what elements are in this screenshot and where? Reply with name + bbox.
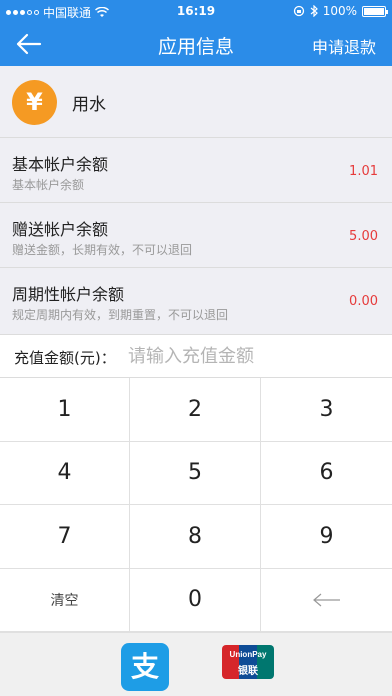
- account-row-gift: 赠送帐户余额 赠送金额，长期有效，不可以退回 5.00: [0, 203, 392, 268]
- key-7[interactable]: 7: [0, 505, 130, 569]
- refund-button[interactable]: 申请退款: [312, 34, 376, 58]
- key-4[interactable]: 4: [0, 441, 130, 505]
- alipay-icon[interactable]: 支: [121, 643, 169, 691]
- backspace-arrow-icon: [312, 593, 340, 607]
- account-amount: 0.00: [349, 294, 378, 309]
- key-1[interactable]: 1: [0, 378, 130, 442]
- recharge-amount-input[interactable]: [128, 342, 378, 370]
- account-amount: 1.01: [349, 164, 378, 179]
- key-5[interactable]: 5: [130, 441, 261, 505]
- app-name: 用水: [72, 95, 106, 115]
- nav-bar: 应用信息 申请退款: [0, 22, 392, 66]
- payment-methods: 支 UnionPay 银联: [0, 632, 392, 696]
- bluetooth-icon: [310, 5, 318, 17]
- key-6[interactable]: 6: [261, 441, 392, 505]
- app-info-row: ¥ 用水: [0, 66, 392, 138]
- yuan-icon: ¥: [12, 80, 57, 125]
- key-3[interactable]: 3: [261, 378, 392, 442]
- account-name: 基本帐户余额: [12, 155, 109, 174]
- key-9[interactable]: 9: [261, 505, 392, 569]
- account-desc: 赠送金额，长期有效，不可以退回: [12, 243, 193, 257]
- key-clear[interactable]: 清空: [0, 568, 130, 632]
- numeric-keypad: 1 2 3 4 5 6 7 8 9 清空 0: [0, 378, 392, 632]
- key-2[interactable]: 2: [130, 378, 261, 442]
- key-backspace[interactable]: [261, 568, 392, 632]
- battery-icon: [362, 5, 388, 17]
- account-row-periodic: 周期性帐户余额 规定周期内有效，到期重置，不可以退回 0.00: [0, 268, 392, 335]
- unionpay-cn: 银联: [238, 666, 258, 677]
- unionpay-icon[interactable]: UnionPay 银联: [222, 645, 274, 679]
- recharge-label: 充值金额(元)：: [14, 349, 116, 367]
- account-row-basic: 基本帐户余额 基本帐户余额 1.01: [0, 138, 392, 203]
- account-name: 赠送帐户余额: [12, 220, 109, 239]
- status-right: 100%: [293, 4, 388, 18]
- recharge-row: 充值金额(元)：: [0, 335, 392, 378]
- key-0[interactable]: 0: [130, 568, 261, 632]
- key-8[interactable]: 8: [130, 505, 261, 569]
- account-desc: 基本帐户余额: [12, 178, 85, 192]
- battery-percent: 100%: [322, 4, 357, 18]
- unionpay-text: UnionPay: [229, 650, 267, 659]
- status-bar: 中国联通 16:19 100%: [0, 0, 392, 22]
- account-name: 周期性帐户余额: [12, 285, 125, 304]
- account-desc: 规定周期内有效，到期重置，不可以退回: [12, 308, 229, 322]
- rotation-lock-icon: [293, 5, 304, 17]
- account-amount: 5.00: [349, 229, 378, 244]
